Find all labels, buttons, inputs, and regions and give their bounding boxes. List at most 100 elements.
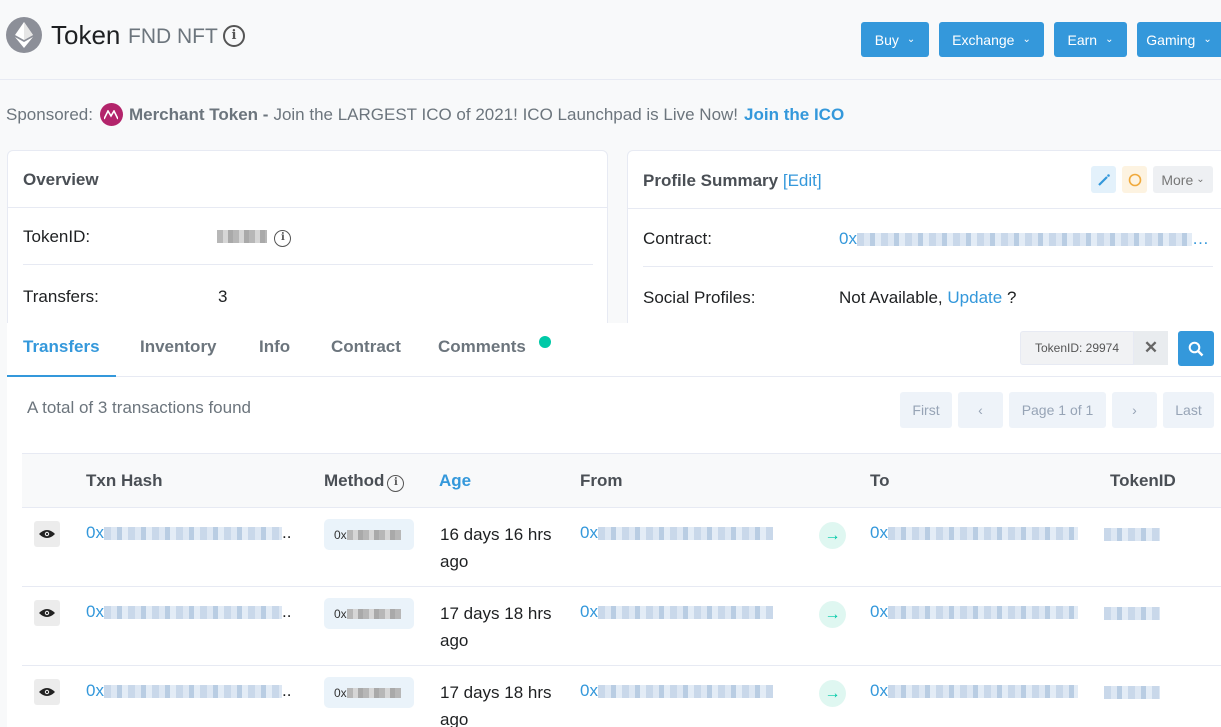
chevron-left-icon: ‹ (978, 402, 983, 418)
tab-info[interactable]: Info (259, 337, 290, 357)
age-value: 17 days 18 hrs (440, 683, 552, 702)
token-id-value: i (217, 228, 292, 247)
col-age[interactable]: Age (439, 471, 471, 491)
eye-icon[interactable] (34, 600, 60, 626)
table-header: Txn Hash Method i Age From To TokenID (22, 453, 1221, 508)
search-button[interactable] (1178, 331, 1214, 366)
txn-hash-link[interactable]: 0x.. (86, 602, 291, 622)
overview-title: Overview (23, 170, 99, 189)
to-address-link[interactable]: 0x (870, 681, 1078, 701)
chevron-down-icon: ⌄ (1022, 34, 1031, 45)
next-page-button[interactable]: › (1112, 392, 1157, 428)
first-page-button[interactable]: First (900, 392, 952, 428)
method-prefix: 0x (334, 606, 347, 621)
contract-prefix: 0x (839, 229, 857, 248)
token-id-link[interactable] (1104, 524, 1160, 544)
table-row: 0x.. 0x 17 days 18 hrs ago 0x → 0x (22, 587, 1221, 666)
transfers-label: Transfers: (23, 287, 99, 306)
gaming-button[interactable]: Gaming ⌄ (1137, 22, 1221, 57)
contract-address-link[interactable]: 0x… (839, 229, 1209, 249)
txn-hash-link[interactable]: 0x.. (86, 523, 291, 543)
more-label: More (1161, 171, 1194, 188)
method-badge: 0x (324, 677, 414, 708)
from-redacted (597, 685, 773, 699)
info-icon[interactable]: i (387, 475, 405, 492)
eye-icon[interactable] (34, 521, 60, 547)
token-id-redacted (1104, 686, 1160, 700)
previous-page-button[interactable]: ‹ (958, 392, 1003, 428)
age-cell: 17 days 18 hrs ago (440, 679, 552, 727)
txn-hash-link[interactable]: 0x.. (86, 681, 291, 701)
earn-button[interactable]: Earn ⌄ (1054, 22, 1127, 57)
from-prefix: 0x (580, 681, 598, 700)
token-id-filter[interactable]: TokenID: 29974 (1020, 331, 1134, 365)
page-indicator: Page 1 of 1 (1009, 392, 1106, 428)
merchant-token-icon (99, 103, 123, 126)
social-profiles-text: Not Available, (839, 288, 943, 307)
buy-button-label: Buy (874, 31, 899, 48)
age-cell: 16 days 16 hrs ago (440, 521, 552, 575)
from-prefix: 0x (580, 523, 598, 542)
clear-filter-button[interactable]: ✕ (1134, 331, 1168, 365)
method-redacted (346, 529, 401, 540)
from-prefix: 0x (580, 602, 598, 621)
gaming-button-label: Gaming (1146, 31, 1196, 48)
social-profiles-value: Not Available, Update ? (839, 288, 1016, 308)
edit-link[interactable]: [Edit] (783, 171, 822, 190)
to-address-link[interactable]: 0x (870, 523, 1078, 543)
divider (23, 264, 593, 265)
chevron-down-icon: ⌄ (1196, 174, 1205, 185)
ellipsis: .. (281, 681, 292, 700)
arrow-right-icon: → (819, 680, 846, 707)
to-prefix: 0x (870, 523, 888, 542)
age-value: 16 days 16 hrs (440, 525, 552, 544)
circle-status-icon[interactable] (1122, 166, 1147, 193)
tab-comments[interactable]: Comments (438, 337, 526, 357)
from-address-link[interactable]: 0x (580, 681, 773, 701)
token-id-redacted (217, 230, 267, 244)
method-prefix: 0x (334, 685, 347, 700)
col-token-id: TokenID (1110, 471, 1176, 490)
notification-dot (539, 336, 551, 348)
update-link[interactable]: Update (947, 288, 1002, 307)
info-icon[interactable]: i (223, 25, 245, 47)
arrow-right-icon: → (819, 601, 846, 628)
hash-prefix: 0x (86, 523, 104, 542)
eye-icon[interactable] (34, 679, 60, 705)
overview-card: Overview TokenID: i Transfers: 3 (7, 150, 608, 340)
to-redacted (887, 685, 1078, 699)
age-suffix: ago (440, 710, 469, 727)
token-id-link[interactable] (1104, 603, 1160, 623)
more-dropdown[interactable]: More ⌄ (1153, 166, 1213, 193)
sponsored-banner: Sponsored: Merchant Token - Join the LAR… (6, 103, 844, 126)
info-icon[interactable]: i (274, 230, 292, 247)
page-subtitle: FND NFT (128, 25, 218, 48)
token-id-redacted (1104, 607, 1160, 621)
tab-transfers[interactable]: Transfers (23, 337, 100, 357)
from-address-link[interactable]: 0x (580, 523, 773, 543)
token-id-label: TokenID: (23, 227, 91, 246)
age-suffix: ago (440, 552, 469, 571)
method-prefix: 0x (334, 527, 347, 542)
chevron-down-icon: ⌄ (906, 34, 916, 45)
magic-wand-icon[interactable] (1091, 166, 1116, 193)
chevron-down-icon: ⌄ (1203, 34, 1212, 45)
chevron-down-icon: ⌄ (1105, 34, 1114, 45)
token-id-link[interactable] (1104, 682, 1160, 702)
last-page-button[interactable]: Last (1163, 392, 1214, 428)
to-address-link[interactable]: 0x (870, 602, 1078, 622)
sponsor-link[interactable]: Join the ICO (744, 105, 844, 125)
sponsored-prefix: Sponsored: (6, 104, 93, 124)
page-title: Token (51, 20, 121, 50)
tab-contract[interactable]: Contract (331, 337, 401, 357)
to-redacted (887, 527, 1078, 541)
ellipsis: .. (281, 602, 292, 621)
arrow-right-icon: → (819, 522, 846, 549)
from-address-link[interactable]: 0x (580, 602, 773, 622)
from-redacted (597, 606, 773, 620)
exchange-button[interactable]: Exchange ⌄ (939, 22, 1044, 57)
sponsor-name[interactable]: Merchant Token - (129, 105, 268, 125)
tab-inventory[interactable]: Inventory (140, 337, 217, 357)
buy-button[interactable]: Buy ⌄ (861, 22, 929, 57)
active-tab-indicator (7, 375, 116, 377)
